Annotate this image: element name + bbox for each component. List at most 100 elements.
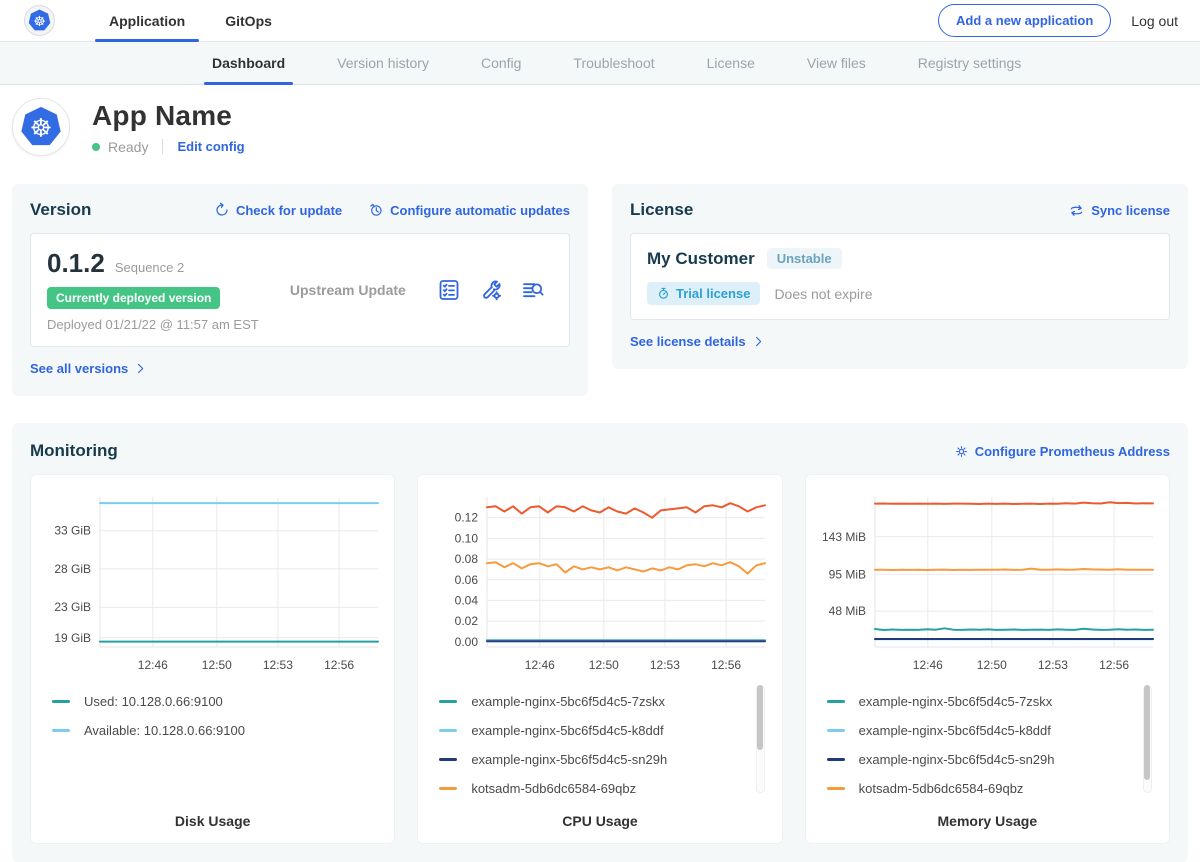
logout-link[interactable]: Log out (1131, 13, 1178, 29)
svg-text:28 GiB: 28 GiB (54, 562, 91, 576)
version-card: Version Check for update Configure autom… (12, 184, 588, 396)
svg-text:12:56: 12:56 (712, 658, 742, 672)
chart-title: Disk Usage (40, 803, 385, 829)
memory-usage-chart-card: 143 MiB95 MiB48 MiB12:4612:5012:5312:56 … (805, 474, 1170, 844)
version-sequence: Sequence 2 (115, 260, 184, 275)
deployed-status-badge: Currently deployed version (47, 287, 220, 309)
see-all-versions-link[interactable]: See all versions (30, 361, 147, 376)
check-for-update-link[interactable]: Check for update (214, 202, 342, 218)
svg-text:12:53: 12:53 (1038, 658, 1068, 672)
ready-status-dot (92, 143, 100, 151)
legend-item: example-nginx-5bc6f5d4c5-k8ddf (439, 716, 746, 745)
channel-badge: Unstable (767, 248, 842, 269)
subnav-tab-troubleshoot[interactable]: Troubleshoot (547, 42, 680, 84)
page-title: App Name (92, 100, 245, 132)
svg-text:0.04: 0.04 (455, 593, 479, 607)
disk-usage-chart-card: 33 GiB28 GiB23 GiB19 GiB12:4612:5012:531… (30, 474, 395, 844)
nav-tab-application[interactable]: Application (89, 0, 205, 41)
add-application-button[interactable]: Add a new application (938, 4, 1111, 37)
svg-text:95 MiB: 95 MiB (828, 567, 865, 581)
svg-text:19 GiB: 19 GiB (54, 631, 91, 645)
kots-admin-console: ☸ Application GitOps Add a new applicati… (0, 0, 1200, 862)
refresh-icon (214, 202, 230, 218)
clock-arrow-icon (368, 202, 384, 218)
svg-text:12:46: 12:46 (525, 658, 555, 672)
legend-label: example-nginx-5bc6f5d4c5-7zskx (859, 694, 1053, 709)
svg-text:12:53: 12:53 (263, 658, 293, 672)
dashboard-content: Version Check for update Configure autom… (0, 184, 1200, 862)
legend-scrollbar-track[interactable] (1143, 685, 1152, 793)
chart-title: Memory Usage (815, 803, 1160, 829)
checklist-icon (437, 278, 461, 302)
monitoring-title: Monitoring (30, 441, 118, 461)
release-notes-button[interactable] (437, 278, 461, 302)
chevron-right-icon (752, 335, 765, 348)
license-details-panel: My Customer Unstable Trial license Does … (630, 233, 1170, 320)
disk-usage-chart: 33 GiB28 GiB23 GiB19 GiB12:4612:5012:531… (40, 487, 385, 679)
configure-prometheus-link[interactable]: Configure Prometheus Address (954, 444, 1170, 459)
sync-license-link[interactable]: Sync license (1068, 202, 1170, 219)
svg-text:12:46: 12:46 (913, 658, 943, 672)
legend-label: kotsadm-5db6dc6584-69qbz (471, 781, 636, 796)
cpu-usage-chart: 0.120.100.080.060.040.020.0012:4612:5012… (427, 487, 772, 679)
app-header: ☸ App Name Ready Edit config (0, 85, 1200, 176)
legend-color-dash (439, 700, 457, 703)
app-status: Ready (108, 139, 148, 155)
legend-color-dash (827, 787, 845, 790)
svg-text:12:46: 12:46 (138, 658, 168, 672)
customer-name: My Customer (647, 249, 755, 269)
svg-text:12:50: 12:50 (589, 658, 619, 672)
current-version-panel: 0.1.2 Sequence 2 Currently deployed vers… (30, 233, 570, 347)
svg-text:12:50: 12:50 (202, 658, 232, 672)
legend-label: example-nginx-5bc6f5d4c5-k8ddf (471, 723, 663, 738)
legend-item: example-nginx-5bc6f5d4c5-7zskx (439, 687, 746, 716)
legend-label: Available: 10.128.0.66:9100 (84, 723, 245, 738)
legend-label: example-nginx-5bc6f5d4c5-sn29h (859, 752, 1055, 767)
legend-color-dash (439, 758, 457, 761)
deployed-timestamp: Deployed 01/21/22 @ 11:57 am EST (47, 317, 259, 332)
gear-icon (954, 444, 969, 459)
license-expiry: Does not expire (774, 286, 872, 302)
nav-tab-gitops[interactable]: GitOps (205, 0, 292, 41)
see-license-details-link[interactable]: See license details (630, 334, 765, 349)
subnav-tab-registry-settings[interactable]: Registry settings (892, 42, 1047, 84)
legend-item: example-nginx-5bc6f5d4c5-sn29h (439, 745, 746, 774)
subnav-tab-version-history[interactable]: Version history (311, 42, 455, 84)
svg-text:0.06: 0.06 (455, 573, 479, 587)
chart-title: CPU Usage (427, 803, 772, 829)
legend-scrollbar-thumb[interactable] (1144, 685, 1150, 780)
view-deploy-logs-button[interactable] (521, 278, 545, 302)
divider (162, 139, 163, 154)
legend-scrollbar-thumb[interactable] (757, 685, 763, 750)
legend-item: Used: 10.128.0.66:9100 (52, 687, 359, 716)
wrench-gear-icon (479, 278, 503, 302)
edit-config-link[interactable]: Edit config (177, 139, 244, 154)
svg-text:48 MiB: 48 MiB (828, 604, 865, 618)
preflight-checks-button[interactable] (479, 278, 503, 302)
svg-text:0.10: 0.10 (455, 531, 479, 545)
subnav-tab-dashboard[interactable]: Dashboard (186, 42, 311, 84)
legend-item: example-nginx-5bc6f5d4c5-k8ddf (827, 716, 1134, 745)
svg-text:12:56: 12:56 (324, 658, 354, 672)
license-card: License Sync license My Customer Unstabl… (612, 184, 1188, 369)
legend-color-dash (827, 700, 845, 703)
configure-automatic-updates-link[interactable]: Configure automatic updates (368, 202, 570, 218)
top-nav: ☸ Application GitOps Add a new applicati… (0, 0, 1200, 42)
svg-text:0.02: 0.02 (455, 614, 479, 628)
legend-color-dash (52, 729, 70, 732)
subnav-tab-license[interactable]: License (681, 42, 781, 84)
svg-text:143 MiB: 143 MiB (822, 530, 866, 544)
subnav-tab-config[interactable]: Config (455, 42, 547, 84)
legend-label: example-nginx-5bc6f5d4c5-k8ddf (859, 723, 1051, 738)
svg-text:23 GiB: 23 GiB (54, 600, 91, 614)
memory-usage-legend: example-nginx-5bc6f5d4c5-7zskx example-ng… (815, 679, 1160, 803)
legend-scrollbar-track[interactable] (756, 685, 765, 793)
svg-text:0.12: 0.12 (455, 511, 479, 525)
legend-color-dash (439, 729, 457, 732)
subnav-tab-view-files[interactable]: View files (781, 42, 892, 84)
cpu-usage-legend: example-nginx-5bc6f5d4c5-7zskx example-ng… (427, 679, 772, 803)
svg-text:0.08: 0.08 (455, 552, 479, 566)
app-avatar: ☸ (12, 98, 70, 156)
legend-item: example-nginx-5bc6f5d4c5-sn29h (827, 745, 1134, 774)
legend-label: example-nginx-5bc6f5d4c5-7zskx (471, 694, 665, 709)
